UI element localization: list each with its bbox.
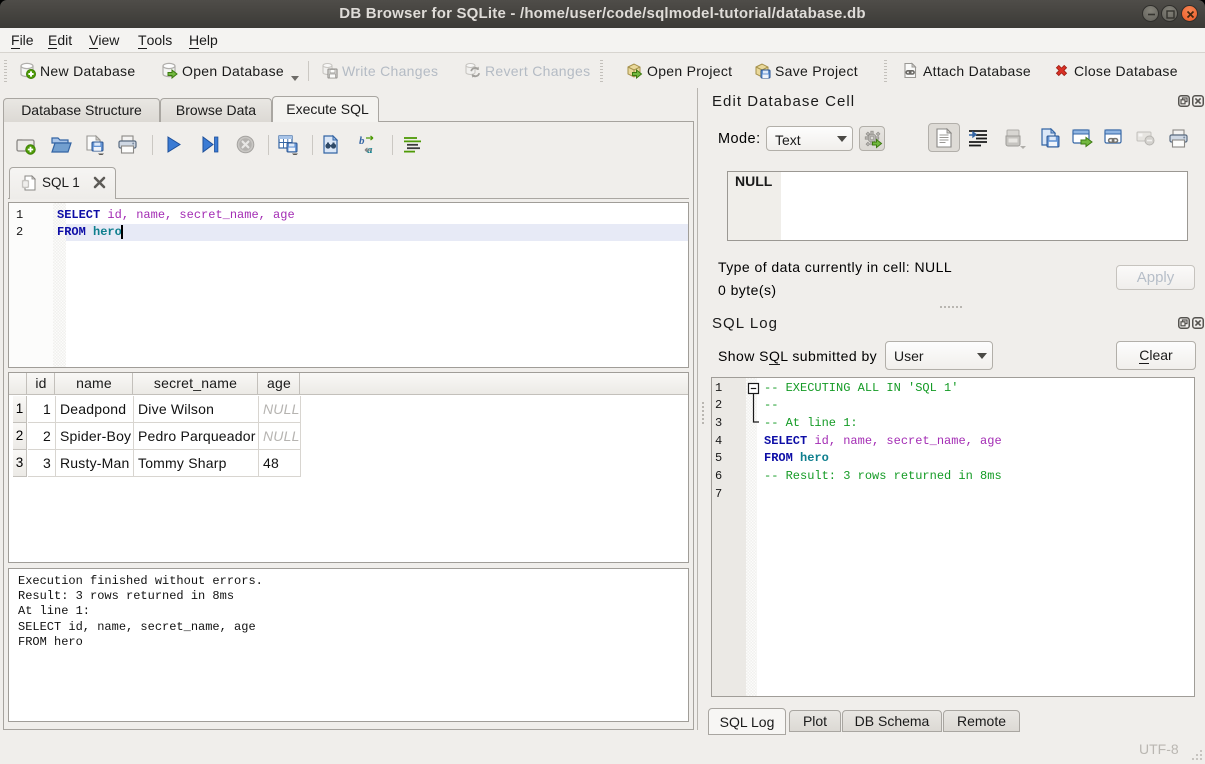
svg-text:b: b [359, 135, 365, 147]
